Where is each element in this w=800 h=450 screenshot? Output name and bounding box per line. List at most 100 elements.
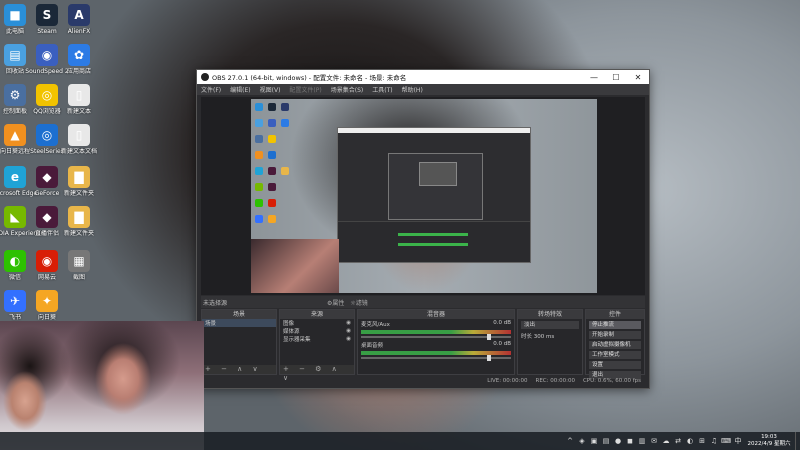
eye-icon[interactable]: ◉ (346, 320, 351, 326)
scene-item[interactable]: 场景 (202, 319, 276, 327)
tray-icon[interactable]: ♫ (709, 436, 719, 446)
tray-icon[interactable]: ☁ (661, 436, 671, 446)
desktop-icon-label: 截图 (72, 274, 85, 281)
tray-icon[interactable]: ⇄ (673, 436, 683, 446)
studio-mode-button[interactable]: 工作室模式 (589, 351, 641, 359)
menu-profile[interactable]: 配置文件(P) (289, 85, 321, 94)
desktop-icon-label: AlienFX (67, 28, 91, 35)
channel-name: 麦克风/Aux (361, 322, 390, 328)
input-language[interactable]: 中 (733, 436, 743, 446)
app-icon: A (68, 4, 90, 26)
scenes-title: 场景 (202, 310, 276, 319)
nested-obs-preview-3 (419, 162, 457, 186)
desktop-icon[interactable]: ✦ 向日葵 (20, 290, 74, 322)
tray-icon[interactable]: ◼ (625, 436, 635, 446)
app-icon: ✿ (68, 44, 90, 66)
system-tray: ^ ◈ ▣ ▤ ● ◼ ▥ ✉ ☁ ⇄ ◐ ⊞ ♫ ⌨ (563, 436, 731, 446)
tray-icon[interactable]: ◈ (577, 436, 587, 446)
sources-footer[interactable]: + − ⚙ ∧ ∨ (280, 365, 354, 382)
sources-dock: 来源 图像 ◉ 媒体源 ◉ 显示器采集 ◉ + − ⚙ ∧ ∨ (279, 309, 355, 382)
menu-help[interactable]: 帮助(H) (402, 85, 423, 94)
app-icon: ▇ (68, 206, 90, 228)
desktop-icon[interactable]: ▦ 截图 (52, 250, 106, 282)
minimize-button[interactable]: — (583, 73, 605, 82)
desktop-icon-label: 新建文本文档 (60, 148, 97, 155)
sources-title: 来源 (280, 310, 354, 319)
stop-streaming-button[interactable]: 停止推流 (589, 321, 641, 329)
clock[interactable]: 19:03 2022/4/9 星期六 (747, 434, 791, 448)
desktop-icon[interactable]: ▯ 新建文本 (52, 84, 106, 116)
clock-date: 2022/4/9 星期六 (747, 441, 791, 447)
desktop-icon[interactable]: ▇ 新建文件夹 (52, 206, 106, 238)
tray-icon[interactable]: ⊞ (697, 436, 707, 446)
menu-tools[interactable]: 工具(T) (372, 85, 392, 94)
obs-logo-icon (201, 73, 209, 81)
cpu-status: CPU: 0.6%, 60.00 fps (582, 378, 641, 384)
tray-icon[interactable]: ● (613, 436, 623, 446)
controls-dock: 控件 停止推流 开始录制 启动虚拟摄像机 工作室模式 设置 退出 (585, 309, 645, 379)
source-item[interactable]: 图像 ◉ (280, 319, 354, 327)
transitions-dock: 转场特效 淡出 时长 300 ms (517, 309, 583, 375)
tray-icon[interactable]: ◐ (685, 436, 695, 446)
menu-view[interactable]: 视图(V) (260, 85, 281, 94)
tray-icon[interactable]: ▤ (601, 436, 611, 446)
volume-slider[interactable] (361, 355, 511, 361)
desktop-icon[interactable]: A AlienFX (52, 4, 106, 36)
app-icon: ▇ (68, 166, 90, 188)
desktop-icon-label: 应用商店 (66, 68, 91, 75)
tray-icon[interactable]: ▥ (637, 436, 647, 446)
mixer-dock: 混音器 麦克风/Aux 0.0 dB 桌面音频 0.0 dB (357, 309, 515, 375)
menu-file[interactable]: 文件(F) (201, 85, 221, 94)
clock-time: 19:03 (761, 434, 777, 440)
rec-status: REC: 00:00:00 (535, 378, 575, 384)
controls-title: 控件 (586, 310, 644, 319)
filters-button[interactable]: ☼滤镜 (350, 298, 367, 307)
source-item[interactable]: 显示器采集 ◉ (280, 335, 354, 343)
mixer-channel: 麦克风/Aux 0.0 dB (358, 319, 514, 329)
tray-icon[interactable]: ^ (565, 436, 575, 446)
desktop-icon[interactable]: ▯ 新建文本文档 (52, 124, 106, 156)
start-recording-button[interactable]: 开始录制 (589, 331, 641, 339)
eye-icon[interactable]: ◉ (346, 336, 351, 342)
obs-preview[interactable] (201, 97, 645, 295)
show-desktop-button[interactable] (795, 432, 800, 450)
scenes-dock: 场景 场景 + − ∧ ∨ (201, 309, 277, 375)
duration-input[interactable]: 300 ms (534, 334, 554, 340)
eye-icon[interactable]: ◉ (346, 328, 351, 334)
close-button[interactable]: ✕ (627, 73, 649, 82)
preview-canvas (251, 99, 597, 293)
channel-db: 0.0 dB (493, 341, 511, 347)
virtual-camera-button[interactable]: 启动虚拟摄像机 (589, 341, 641, 349)
channel-name: 桌面音频 (361, 343, 384, 349)
duration-label: 时长 (521, 334, 533, 340)
properties-button[interactable]: ⚙属性 (327, 298, 344, 307)
source-item[interactable]: 媒体源 ◉ (280, 327, 354, 335)
menu-scene-collection[interactable]: 场景集合(S) (331, 85, 364, 94)
tray-icon[interactable]: ✉ (649, 436, 659, 446)
obs-statusbar: LIVE: 00:00:00 REC: 00:00:00 CPU: 0.6%, … (201, 377, 645, 386)
mixer-channel: 桌面音频 0.0 dB (358, 340, 514, 350)
desktop-icon-label: 新建文本 (66, 108, 91, 115)
tray-icon[interactable]: ▣ (589, 436, 599, 446)
transition-type-select[interactable]: 淡出 (521, 321, 579, 329)
desktop-icon[interactable]: ✿ 应用商店 (52, 44, 106, 76)
desktop-icon-label: 新建文件夹 (63, 230, 94, 237)
webcam-overlay (0, 321, 204, 450)
obs-window[interactable]: OBS 27.0.1 (64-bit, windows) - 配置文件: 未命名… (196, 69, 650, 389)
taskbar: ^ ◈ ▣ ▤ ● ◼ ▥ ✉ ☁ ⇄ ◐ ⊞ ♫ ⌨ 中 19:03 2022/4/9 星期六 (0, 432, 800, 450)
nested-obs-preview-2 (388, 153, 483, 220)
maximize-button[interactable]: ☐ (605, 73, 627, 82)
volume-slider[interactable] (361, 334, 511, 340)
source-label: 显示器采集 (283, 337, 311, 343)
preview-webcam-source (251, 239, 339, 293)
menu-edit[interactable]: 编辑(E) (230, 85, 250, 94)
app-icon: ▦ (68, 250, 90, 272)
scenes-footer[interactable]: + − ∧ ∨ (202, 365, 276, 374)
desktop-icon[interactable]: ▇ 新建文件夹 (52, 166, 106, 198)
obs-titlebar[interactable]: OBS 27.0.1 (64-bit, windows) - 配置文件: 未命名… (197, 70, 649, 84)
settings-button[interactable]: 设置 (589, 361, 641, 369)
channel-db: 0.0 dB (493, 320, 511, 326)
tray-icon[interactable]: ⌨ (721, 436, 731, 446)
source-label: 图像 (283, 321, 295, 327)
source-toolbar: 未选择源 ⚙属性 ☼滤镜 (201, 296, 645, 308)
